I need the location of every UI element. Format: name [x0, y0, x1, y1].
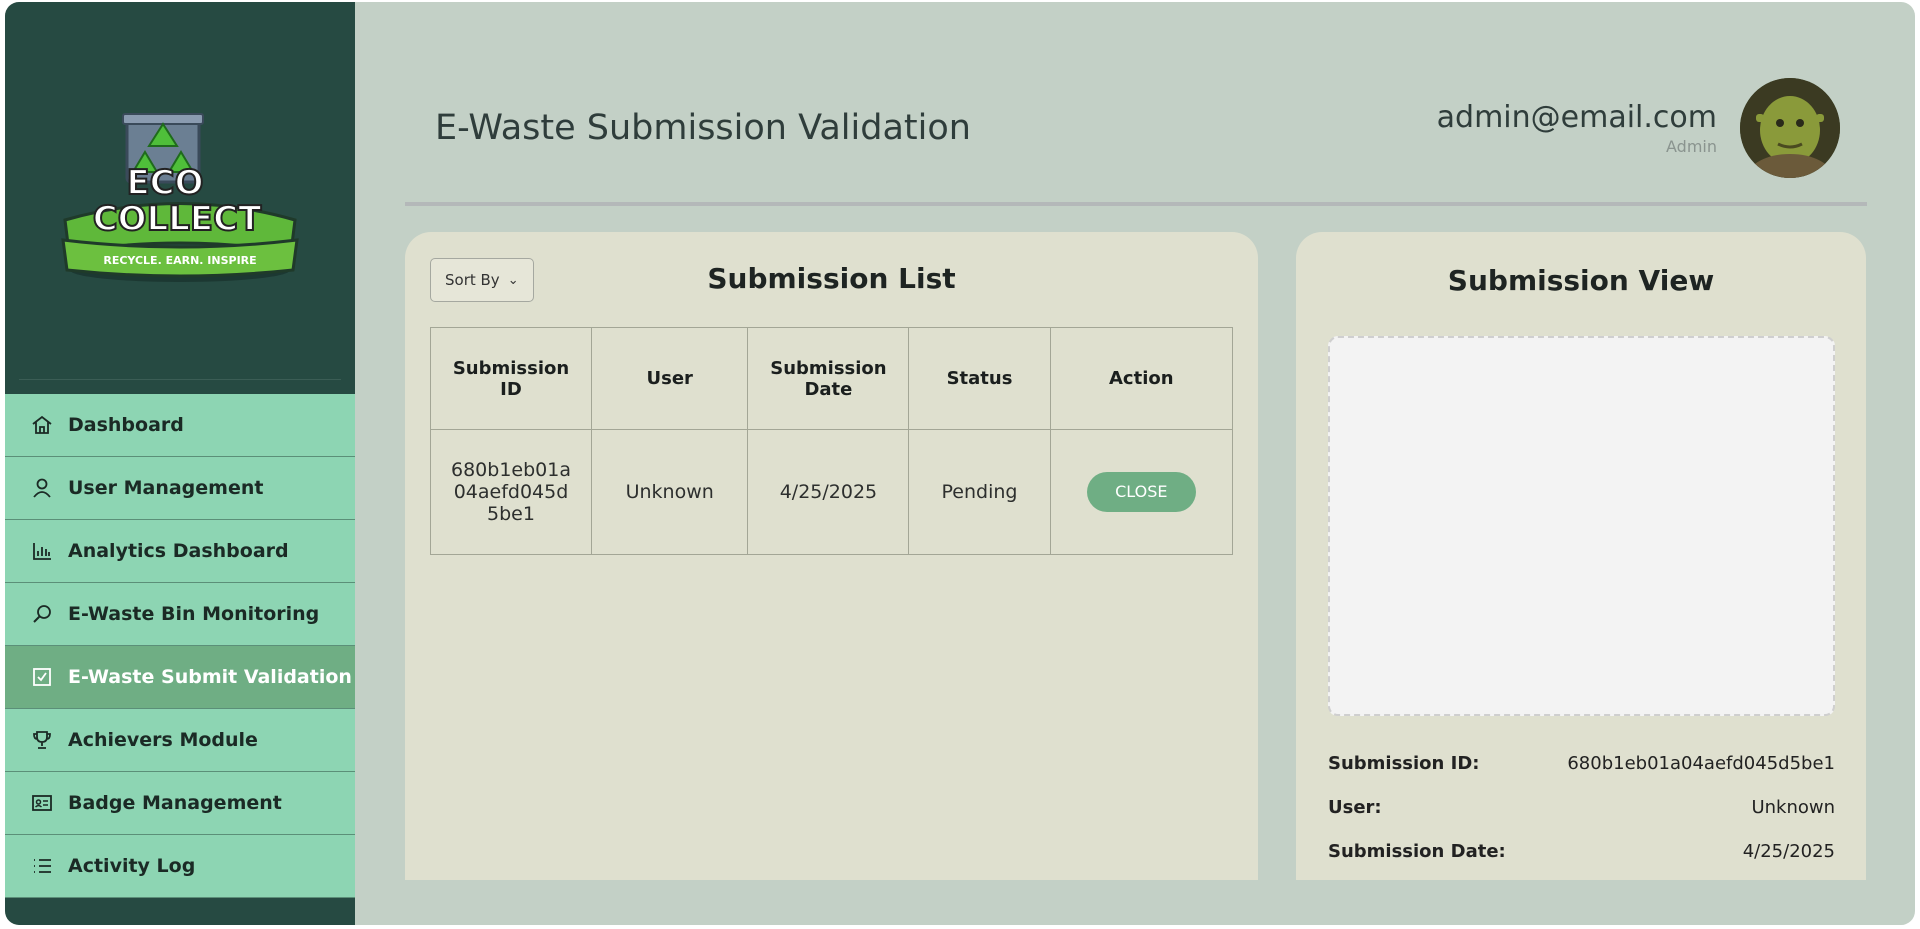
- trophy-icon: [30, 728, 54, 752]
- app-window: ECO COLLECT RECYCLE. EARN. INSPIRE Dashb…: [5, 2, 1915, 925]
- cell-action: CLOSE: [1049, 429, 1234, 555]
- checkbox-icon: [30, 665, 54, 689]
- info-label: User:: [1328, 797, 1382, 818]
- avatar-image-icon: [1740, 78, 1840, 178]
- column-header-submission-id: Submission ID: [430, 327, 592, 430]
- sidebar-item-activity-log[interactable]: Activity Log: [5, 835, 355, 898]
- info-value: 680b1eb01a04aefd045d5be1: [1567, 753, 1835, 774]
- sidebar-item-label: Achievers Module: [68, 729, 258, 751]
- logo-tagline: RECYCLE. EARN. INSPIRE: [103, 254, 256, 267]
- list-icon: [30, 854, 54, 878]
- column-header-user: User: [590, 327, 749, 430]
- info-value: 4/25/2025: [1742, 841, 1835, 862]
- sidebar-item-analytics-dashboard[interactable]: Analytics Dashboard: [5, 520, 355, 583]
- bar-chart-icon: [30, 539, 54, 563]
- submission-image-preview: [1328, 336, 1835, 716]
- info-row-submission-date: Submission Date: 4/25/2025: [1328, 841, 1835, 862]
- sidebar-item-bin-monitoring[interactable]: E-Waste Bin Monitoring: [5, 583, 355, 646]
- ecocollect-logo-icon: ECO COLLECT RECYCLE. EARN. INSPIRE: [61, 113, 299, 282]
- page-title: E-Waste Submission Validation: [435, 108, 971, 148]
- column-header-submission-date: Submission Date: [747, 327, 910, 430]
- user-email: admin@email.com: [1436, 100, 1717, 135]
- cell-submission-date: 4/25/2025: [747, 429, 910, 555]
- cell-submission-id: 680b1eb01a04aefd045d5be1: [430, 429, 592, 555]
- user-icon: [30, 476, 54, 500]
- sidebar-item-label: Analytics Dashboard: [68, 540, 289, 562]
- logo: ECO COLLECT RECYCLE. EARN. INSPIRE: [5, 2, 355, 380]
- submission-table: Submission ID User Submission Date Statu…: [430, 327, 1234, 555]
- sidebar-item-dashboard[interactable]: Dashboard: [5, 394, 355, 457]
- id-card-icon: [30, 791, 54, 815]
- logo-eco-text: ECO: [126, 163, 203, 203]
- cell-user: Unknown: [590, 429, 749, 555]
- column-header-status: Status: [908, 327, 1051, 430]
- user-role: Admin: [1666, 137, 1717, 156]
- info-value: Unknown: [1751, 797, 1835, 818]
- sidebar-item-submit-validation[interactable]: E-Waste Submit Validation: [5, 646, 355, 709]
- submission-view-panel: Submission View Submission ID: 680b1eb01…: [1296, 232, 1866, 880]
- info-row-user: User: Unknown: [1328, 797, 1835, 818]
- sidebar-item-label: User Management: [68, 477, 264, 499]
- sidebar: ECO COLLECT RECYCLE. EARN. INSPIRE Dashb…: [5, 2, 355, 925]
- table-row[interactable]: 680b1eb01a04aefd045d5be1 Unknown 4/25/20…: [430, 429, 1234, 555]
- search-bin-icon: [30, 602, 54, 626]
- logo-collect-text: COLLECT: [93, 199, 262, 239]
- submission-list-panel: Sort By ⌄ Submission List Submission ID …: [405, 232, 1258, 880]
- avatar[interactable]: [1740, 78, 1840, 178]
- home-icon: [30, 413, 54, 437]
- sidebar-item-label: Dashboard: [68, 414, 184, 436]
- submission-view-title: Submission View: [1447, 264, 1715, 297]
- sidebar-item-label: Activity Log: [68, 855, 196, 877]
- sidebar-item-badge-management[interactable]: Badge Management: [5, 772, 355, 835]
- close-button[interactable]: CLOSE: [1086, 472, 1196, 512]
- sidebar-divider: [19, 379, 341, 380]
- column-header-action: Action: [1049, 327, 1234, 430]
- sidebar-item-label: E-Waste Submit Validation: [68, 666, 352, 688]
- header-divider: [405, 202, 1867, 206]
- info-label: Submission Date:: [1328, 841, 1506, 862]
- info-row-submission-id: Submission ID: 680b1eb01a04aefd045d5be1: [1328, 753, 1835, 774]
- sidebar-item-label: Badge Management: [68, 792, 282, 814]
- cell-status: Pending: [908, 429, 1051, 555]
- submission-list-title: Submission List: [707, 262, 956, 295]
- sidebar-item-achievers[interactable]: Achievers Module: [5, 709, 355, 772]
- table-header-row: Submission ID User Submission Date Statu…: [430, 327, 1234, 430]
- sidebar-item-label: E-Waste Bin Monitoring: [68, 603, 320, 625]
- info-label: Submission ID:: [1328, 753, 1480, 774]
- sidebar-item-user-management[interactable]: User Management: [5, 457, 355, 520]
- sidebar-nav: Dashboard User Management Analytics Dash…: [5, 394, 355, 898]
